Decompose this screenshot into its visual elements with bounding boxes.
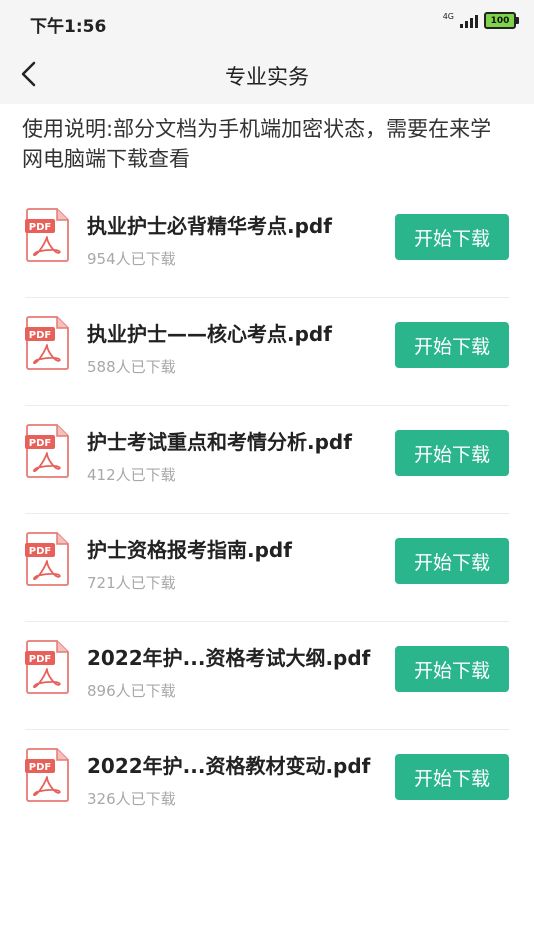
file-name: 2022年护...资格教材变动.pdf xyxy=(87,754,371,778)
start-download-button[interactable]: 开始下载 xyxy=(395,646,509,692)
status-time: 下午1:56 xyxy=(30,17,107,37)
svg-text:PDF: PDF xyxy=(29,222,51,233)
pdf-file-icon: PDF xyxy=(25,424,69,478)
file-item: PDF 执业护士必背精华考点.pdf 954人已下载 开始下载 xyxy=(25,190,509,298)
svg-text:PDF: PDF xyxy=(29,762,51,773)
pdf-file-icon: PDF xyxy=(25,640,69,694)
start-download-button[interactable]: 开始下载 xyxy=(395,538,509,584)
svg-text:PDF: PDF xyxy=(29,654,51,665)
pdf-file-icon: PDF xyxy=(25,208,69,262)
file-item: PDF 护士资格报考指南.pdf 721人已下载 开始下载 xyxy=(25,514,509,622)
file-name: 2022年护...资格考试大纲.pdf xyxy=(87,646,371,670)
nav-bar: 专业实务 xyxy=(0,46,534,104)
start-download-button[interactable]: 开始下载 xyxy=(395,322,509,368)
usage-notice: 使用说明:部分文档为手机端加密状态，需要在来学网电脑端下载查看 xyxy=(22,117,492,171)
battery-level: 100 xyxy=(490,15,510,26)
start-download-button[interactable]: 开始下载 xyxy=(395,754,509,800)
network-type: 4G xyxy=(442,11,454,21)
file-name: 护士考试重点和考情分析.pdf xyxy=(87,430,352,454)
pdf-file-icon: PDF xyxy=(25,748,69,802)
status-indicators: 4G 100 xyxy=(442,11,519,29)
download-count: 896人已下载 xyxy=(87,682,176,700)
svg-text:PDF: PDF xyxy=(29,330,51,341)
battery-icon: 100 xyxy=(484,12,519,29)
pdf-file-icon: PDF xyxy=(25,316,69,370)
download-count: 588人已下载 xyxy=(87,358,176,376)
svg-text:PDF: PDF xyxy=(29,438,51,449)
file-item: PDF 2022年护...资格考试大纲.pdf 896人已下载 开始下载 xyxy=(25,622,509,730)
file-list: PDF 执业护士必背精华考点.pdf 954人已下载 开始下载 PDF 执业护士… xyxy=(25,190,509,837)
download-count: 326人已下载 xyxy=(87,790,176,808)
start-download-button[interactable]: 开始下载 xyxy=(395,430,509,476)
file-item: PDF 护士考试重点和考情分析.pdf 412人已下载 开始下载 xyxy=(25,406,509,514)
file-item: PDF 2022年护...资格教材变动.pdf 326人已下载 开始下载 xyxy=(25,730,509,837)
file-name: 执业护士——核心考点.pdf xyxy=(87,322,332,346)
file-name: 执业护士必背精华考点.pdf xyxy=(87,214,332,238)
start-download-button[interactable]: 开始下载 xyxy=(395,214,509,260)
pdf-file-icon: PDF xyxy=(25,532,69,586)
download-count: 721人已下载 xyxy=(87,574,176,592)
download-count: 954人已下载 xyxy=(87,250,176,268)
signal-icon xyxy=(460,14,478,28)
status-bar: 下午1:56 4G 100 xyxy=(0,0,534,46)
page-title: 专业实务 xyxy=(225,65,309,89)
file-name: 护士资格报考指南.pdf xyxy=(87,538,292,562)
svg-text:PDF: PDF xyxy=(29,546,51,557)
file-item: PDF 执业护士——核心考点.pdf 588人已下载 开始下载 xyxy=(25,298,509,406)
download-count: 412人已下载 xyxy=(87,466,176,484)
